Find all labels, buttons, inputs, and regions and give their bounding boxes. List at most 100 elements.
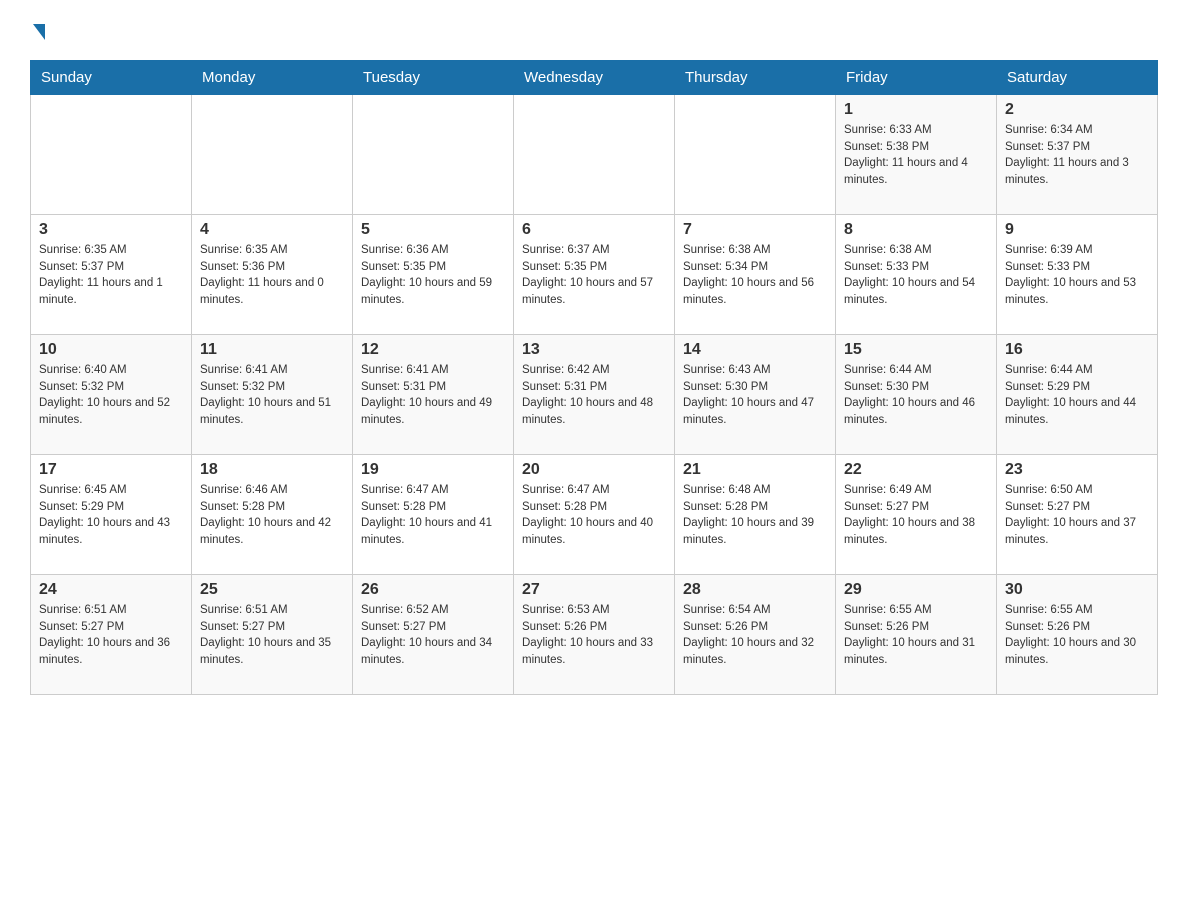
calendar-cell: 16 Sunrise: 6:44 AM Sunset: 5:29 PM Dayli… [997,335,1158,455]
day-info: Sunrise: 6:46 AM Sunset: 5:28 PM Dayligh… [200,482,344,549]
calendar-cell: 3 Sunrise: 6:35 AM Sunset: 5:37 PM Daylig… [31,215,192,335]
day-number: 18 [200,461,344,479]
day-number: 14 [683,341,827,359]
day-number: 26 [361,581,505,599]
day-info: Sunrise: 6:36 AM Sunset: 5:35 PM Dayligh… [361,242,505,309]
day-number: 7 [683,221,827,239]
day-info: Sunrise: 6:37 AM Sunset: 5:35 PM Dayligh… [522,242,666,309]
calendar-cell: 13 Sunrise: 6:42 AM Sunset: 5:31 PM Dayli… [514,335,675,455]
calendar-cell: 2Sunrise: 6:34 AM Sunset: 5:37 PM Daylig… [997,95,1158,215]
day-number: 23 [1005,461,1149,479]
page-header [30,20,1158,40]
day-number: 9 [1005,221,1149,239]
day-info: Sunrise: 6:47 AM Sunset: 5:28 PM Dayligh… [361,482,505,549]
day-number: 16 [1005,341,1149,359]
day-info: Sunrise: 6:41 AM Sunset: 5:31 PM Dayligh… [361,362,505,429]
calendar-cell [675,95,836,215]
day-number: 5 [361,221,505,239]
calendar-week-row: 24 Sunrise: 6:51 AM Sunset: 5:27 PM Dayli… [31,575,1158,695]
day-number: 25 [200,581,344,599]
day-number: 21 [683,461,827,479]
calendar-cell: 22Sunrise: 6:49 AM Sunset: 5:27 PM Dayli… [836,455,997,575]
day-number: 8 [844,221,988,239]
calendar-cell: 26 Sunrise: 6:52 AM Sunset: 5:27 PM Dayli… [353,575,514,695]
calendar-cell: 21 Sunrise: 6:48 AM Sunset: 5:28 PM Dayli… [675,455,836,575]
day-number: 19 [361,461,505,479]
logo [30,20,45,40]
day-number: 29 [844,581,988,599]
calendar-cell: 17 Sunrise: 6:45 AM Sunset: 5:29 PM Dayli… [31,455,192,575]
day-number: 10 [39,341,183,359]
weekday-header-sunday: Sunday [31,61,192,95]
day-number: 2 [1005,101,1149,119]
calendar-cell: 1 Sunrise: 6:33 AM Sunset: 5:38 PM Daylig… [836,95,997,215]
day-info: Sunrise: 6:48 AM Sunset: 5:28 PM Dayligh… [683,482,827,549]
calendar-cell: 28Sunrise: 6:54 AM Sunset: 5:26 PM Dayli… [675,575,836,695]
day-info: Sunrise: 6:35 AM Sunset: 5:36 PM Dayligh… [200,242,344,309]
calendar-cell: 11 Sunrise: 6:41 AM Sunset: 5:32 PM Dayli… [192,335,353,455]
day-number: 4 [200,221,344,239]
calendar-cell: 27Sunrise: 6:53 AM Sunset: 5:26 PM Dayli… [514,575,675,695]
day-number: 15 [844,341,988,359]
day-info: Sunrise: 6:55 AM Sunset: 5:26 PM Dayligh… [1005,602,1149,669]
weekday-header-friday: Friday [836,61,997,95]
day-info: Sunrise: 6:33 AM Sunset: 5:38 PM Dayligh… [844,122,988,189]
calendar-cell: 10 Sunrise: 6:40 AM Sunset: 5:32 PM Dayli… [31,335,192,455]
calendar-cell [31,95,192,215]
day-info: Sunrise: 6:41 AM Sunset: 5:32 PM Dayligh… [200,362,344,429]
calendar-week-row: 10 Sunrise: 6:40 AM Sunset: 5:32 PM Dayli… [31,335,1158,455]
calendar-table: SundayMondayTuesdayWednesdayThursdayFrid… [30,60,1158,695]
weekday-header-row: SundayMondayTuesdayWednesdayThursdayFrid… [31,61,1158,95]
day-info: Sunrise: 6:45 AM Sunset: 5:29 PM Dayligh… [39,482,183,549]
day-info: Sunrise: 6:38 AM Sunset: 5:33 PM Dayligh… [844,242,988,309]
day-number: 30 [1005,581,1149,599]
day-number: 1 [844,101,988,119]
calendar-week-row: 1 Sunrise: 6:33 AM Sunset: 5:38 PM Daylig… [31,95,1158,215]
logo-arrow-icon [33,24,45,40]
day-number: 22 [844,461,988,479]
weekday-header-monday: Monday [192,61,353,95]
calendar-cell [353,95,514,215]
calendar-cell: 29 Sunrise: 6:55 AM Sunset: 5:26 PM Dayli… [836,575,997,695]
weekday-header-saturday: Saturday [997,61,1158,95]
calendar-cell: 20 Sunrise: 6:47 AM Sunset: 5:28 PM Dayli… [514,455,675,575]
day-number: 20 [522,461,666,479]
calendar-cell: 23 Sunrise: 6:50 AM Sunset: 5:27 PM Dayli… [997,455,1158,575]
day-number: 3 [39,221,183,239]
day-info: Sunrise: 6:40 AM Sunset: 5:32 PM Dayligh… [39,362,183,429]
day-number: 6 [522,221,666,239]
day-info: Sunrise: 6:42 AM Sunset: 5:31 PM Dayligh… [522,362,666,429]
day-info: Sunrise: 6:43 AM Sunset: 5:30 PM Dayligh… [683,362,827,429]
calendar-cell: 24 Sunrise: 6:51 AM Sunset: 5:27 PM Dayli… [31,575,192,695]
weekday-header-wednesday: Wednesday [514,61,675,95]
calendar-cell: 9 Sunrise: 6:39 AM Sunset: 5:33 PM Daylig… [997,215,1158,335]
calendar-cell [514,95,675,215]
day-info: Sunrise: 6:50 AM Sunset: 5:27 PM Dayligh… [1005,482,1149,549]
day-info: Sunrise: 6:55 AM Sunset: 5:26 PM Dayligh… [844,602,988,669]
day-number: 13 [522,341,666,359]
day-info: Sunrise: 6:39 AM Sunset: 5:33 PM Dayligh… [1005,242,1149,309]
day-number: 17 [39,461,183,479]
calendar-cell: 30 Sunrise: 6:55 AM Sunset: 5:26 PM Dayli… [997,575,1158,695]
calendar-week-row: 3 Sunrise: 6:35 AM Sunset: 5:37 PM Daylig… [31,215,1158,335]
day-info: Sunrise: 6:51 AM Sunset: 5:27 PM Dayligh… [39,602,183,669]
calendar-cell: 4 Sunrise: 6:35 AM Sunset: 5:36 PM Daylig… [192,215,353,335]
calendar-cell: 8 Sunrise: 6:38 AM Sunset: 5:33 PM Daylig… [836,215,997,335]
day-info: Sunrise: 6:47 AM Sunset: 5:28 PM Dayligh… [522,482,666,549]
day-number: 24 [39,581,183,599]
day-info: Sunrise: 6:44 AM Sunset: 5:30 PM Dayligh… [844,362,988,429]
weekday-header-tuesday: Tuesday [353,61,514,95]
day-number: 27 [522,581,666,599]
day-number: 11 [200,341,344,359]
day-info: Sunrise: 6:52 AM Sunset: 5:27 PM Dayligh… [361,602,505,669]
day-number: 12 [361,341,505,359]
day-info: Sunrise: 6:35 AM Sunset: 5:37 PM Dayligh… [39,242,183,309]
calendar-cell: 19 Sunrise: 6:47 AM Sunset: 5:28 PM Dayli… [353,455,514,575]
day-number: 28 [683,581,827,599]
day-info: Sunrise: 6:44 AM Sunset: 5:29 PM Dayligh… [1005,362,1149,429]
calendar-cell [192,95,353,215]
calendar-cell: 18 Sunrise: 6:46 AM Sunset: 5:28 PM Dayli… [192,455,353,575]
calendar-cell: 6 Sunrise: 6:37 AM Sunset: 5:35 PM Daylig… [514,215,675,335]
calendar-cell: 25Sunrise: 6:51 AM Sunset: 5:27 PM Dayli… [192,575,353,695]
calendar-cell: 14 Sunrise: 6:43 AM Sunset: 5:30 PM Dayli… [675,335,836,455]
